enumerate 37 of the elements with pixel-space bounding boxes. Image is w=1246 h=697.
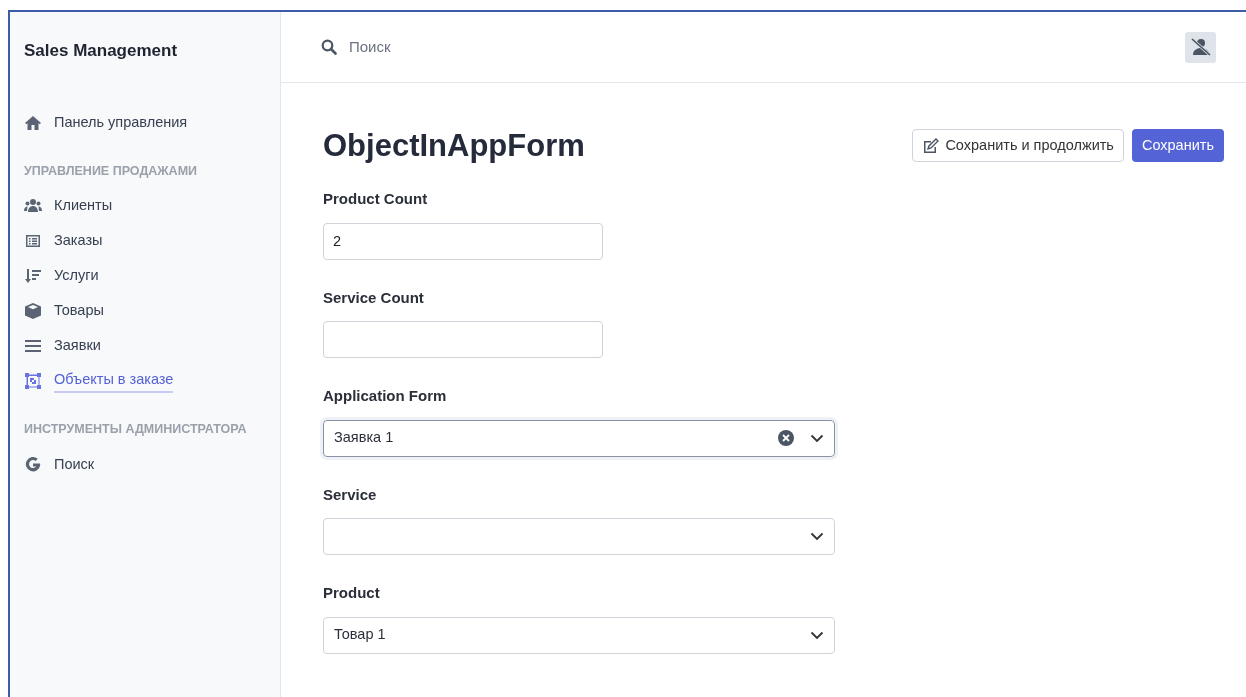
sidebar-item[interactable]: Заказы xyxy=(24,223,264,259)
save-and-continue-button[interactable]: Сохранить и продолжить xyxy=(912,128,1124,163)
field-label: Service Count xyxy=(323,287,424,308)
chevron-down-icon xyxy=(810,630,824,640)
sidebar-item[interactable]: Поиск xyxy=(24,447,264,482)
field-label: Product Count xyxy=(323,189,428,210)
number-input-field[interactable]: 2 xyxy=(323,222,603,260)
sidebar-item[interactable]: Услуги xyxy=(24,258,264,294)
page-title: ObjectInAppForm xyxy=(323,127,585,165)
edit-icon xyxy=(922,137,940,154)
cube-icon xyxy=(24,302,42,321)
user-slash-icon xyxy=(1190,38,1211,56)
field-label: Service xyxy=(323,484,377,505)
number-input-field[interactable] xyxy=(323,321,603,359)
sidebar-item[interactable]: Объекты в заказе xyxy=(24,363,264,399)
user-avatar-button[interactable] xyxy=(1185,31,1216,63)
object-group-icon xyxy=(24,372,42,391)
sidebar-section-heading: УПРАВЛЕНИЕ ПРОДАЖАМИ xyxy=(24,162,198,179)
search-icon xyxy=(321,39,337,55)
chevron-down-icon xyxy=(810,433,824,443)
sidebar-item[interactable]: Заявки xyxy=(24,328,264,364)
save-button[interactable]: Сохранить xyxy=(1131,128,1224,163)
sidebar-item[interactable]: Клиенты xyxy=(24,188,264,224)
g-shape-icon xyxy=(24,455,42,474)
home-icon xyxy=(24,114,42,132)
search-field[interactable]: Поиск xyxy=(347,34,550,60)
sidebar-item[interactable]: Товары xyxy=(24,293,264,329)
app-brand: Sales Management xyxy=(24,40,178,62)
select-field[interactable]: Товар 1 xyxy=(323,616,835,654)
clear-icon[interactable] xyxy=(778,430,794,447)
field-label: Product xyxy=(323,583,380,604)
sidebar-item[interactable]: Панель управления xyxy=(24,105,264,141)
sidebar-section-heading: ИНСТРУМЕНТЫ АДМИНИСТРАТОРА xyxy=(24,420,247,437)
field-label: Application Form xyxy=(323,386,447,407)
select-field[interactable] xyxy=(323,518,835,556)
select-field[interactable]: Заявка 1 xyxy=(323,419,835,457)
chevron-down-icon xyxy=(810,532,824,542)
